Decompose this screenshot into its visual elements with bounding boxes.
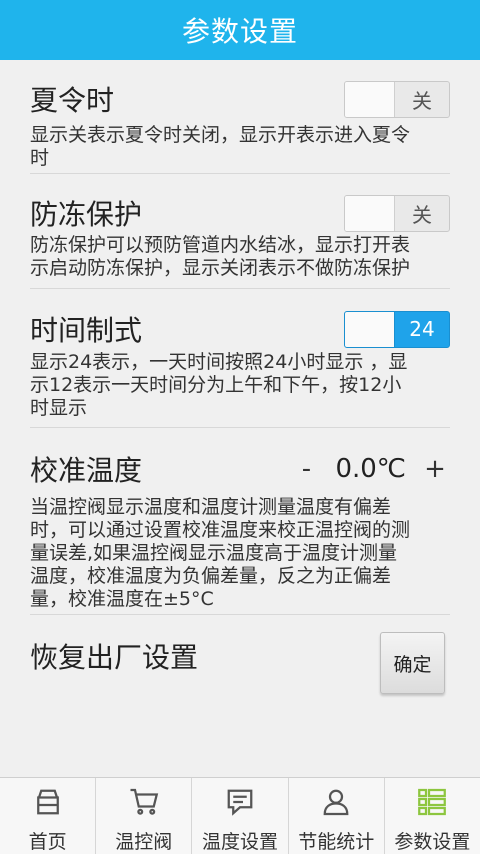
calibration-description-line: 当温控阀显示温度和温度计测量温度有偏差: [30, 496, 392, 518]
tab-home[interactable]: 首页: [0, 778, 97, 854]
antifreeze-description-line: 防冻保护可以预防管道内水结冰，显示打开表: [30, 234, 411, 256]
antifreeze-toggle[interactable]: 关: [344, 194, 450, 232]
message-icon: [227, 789, 253, 816]
tab-parameter-settings[interactable]: 参数设置: [385, 778, 480, 854]
calibration-section: 校准温度 - 0.0℃ + 当温控阀显示温度和温度计测量温度有偏差 时，可以通过…: [30, 428, 450, 615]
time-format-description-line: 显示24表示，一天时间按照24小时显示 ，显: [30, 351, 408, 373]
user-icon: [323, 789, 349, 816]
time-format-description: 显示24表示，一天时间按照24小时显示 ，显 示12表示一天时间分为上午和下午，…: [30, 351, 450, 420]
calibration-description-line: 量，校准温度在±5°C: [30, 588, 214, 610]
dst-toggle[interactable]: 关: [344, 80, 450, 118]
dst-title: 夏令时: [30, 84, 115, 117]
tab-label: 节能统计: [298, 831, 375, 853]
calibration-value: 0.0℃: [335, 454, 406, 484]
factory-reset-title: 恢复出厂设置: [30, 641, 199, 674]
tab-valve[interactable]: 温控阀: [96, 778, 193, 854]
time-format-toggle[interactable]: 24: [344, 310, 450, 348]
time-format-title: 时间制式: [30, 314, 143, 347]
factory-reset-section: 恢复出厂设置 确定: [30, 615, 450, 715]
dst-description-line: 时: [30, 147, 50, 169]
antifreeze-description-line: 示启动防冻保护，显示关闭表示不做防冻保护: [30, 257, 411, 279]
tab-temperature-settings[interactable]: 温度设置: [192, 778, 289, 854]
dst-toggle-label: 关: [412, 88, 432, 113]
time-format-section: 时间制式 24 显示24表示，一天时间按照24小时显示 ，显 示12表示一天时间…: [30, 289, 450, 428]
antifreeze-toggle-knob: [345, 195, 395, 231]
calibration-stepper: - 0.0℃ +: [291, 454, 450, 484]
dst-section: 夏令时 关 显示关表示夏令时关闭，显示开表示进入夏令 时: [30, 60, 450, 174]
tab-label: 参数设置: [394, 831, 471, 853]
calibration-description-line: 时，可以通过设置校准温度来校正温控阀的测: [30, 519, 411, 541]
tab-label: 温度设置: [202, 831, 279, 853]
dst-toggle-knob: [345, 81, 395, 117]
dst-description-line: 显示关表示夏令时关闭，显示开表示进入夏令: [30, 124, 411, 146]
time-format-description-line: 时显示: [30, 397, 88, 419]
decrease-button[interactable]: -: [291, 454, 321, 484]
bottom-tab-bar: 首页 温控阀 温度设置 节能统计 参数设置: [0, 777, 480, 854]
time-format-description-line: 示12表示一天时间分为上午和下午，按12小: [30, 374, 402, 396]
antifreeze-description: 防冻保护可以预防管道内水结冰，显示打开表 示启动防冻保护，显示关闭表示不做防冻保…: [30, 234, 450, 280]
confirm-button[interactable]: 确定: [380, 632, 445, 694]
page-title: 参数设置: [181, 15, 298, 48]
antifreeze-title: 防冻保护: [30, 198, 143, 231]
tab-energy-stats[interactable]: 节能统计: [289, 778, 385, 854]
antifreeze-section: 防冻保护 关 防冻保护可以预防管道内水结冰，显示打开表 示启动防冻保护，显示关闭…: [30, 174, 450, 289]
calibration-description: 当温控阀显示温度和温度计测量温度有偏差 时，可以通过设置校准温度来校正温控阀的测…: [30, 496, 450, 611]
settings-list: 夏令时 关 显示关表示夏令时关闭，显示开表示进入夏令 时 防冻保护 关 防冻保护…: [0, 60, 480, 715]
calibration-description-line: 温度，校准温度为负偏差量，反之为正偏差: [30, 565, 392, 587]
time-format-toggle-knob: [345, 311, 395, 347]
increase-button[interactable]: +: [420, 454, 450, 484]
tab-label: 首页: [28, 831, 67, 853]
calibration-description-line: 量误差,如果温控阀显示温度高于温度计测量: [30, 542, 398, 564]
cart-icon: [130, 788, 158, 815]
antifreeze-toggle-label: 关: [412, 202, 432, 227]
time-format-toggle-label: 24: [409, 317, 435, 341]
app-header: 参数设置: [0, 0, 480, 60]
dst-description: 显示关表示夏令时关闭，显示开表示进入夏令 时: [30, 124, 450, 170]
home-icon: [36, 789, 59, 815]
calibration-title: 校准温度: [30, 454, 143, 487]
tab-label: 温控阀: [115, 831, 173, 853]
grid-list-icon: [418, 788, 447, 816]
